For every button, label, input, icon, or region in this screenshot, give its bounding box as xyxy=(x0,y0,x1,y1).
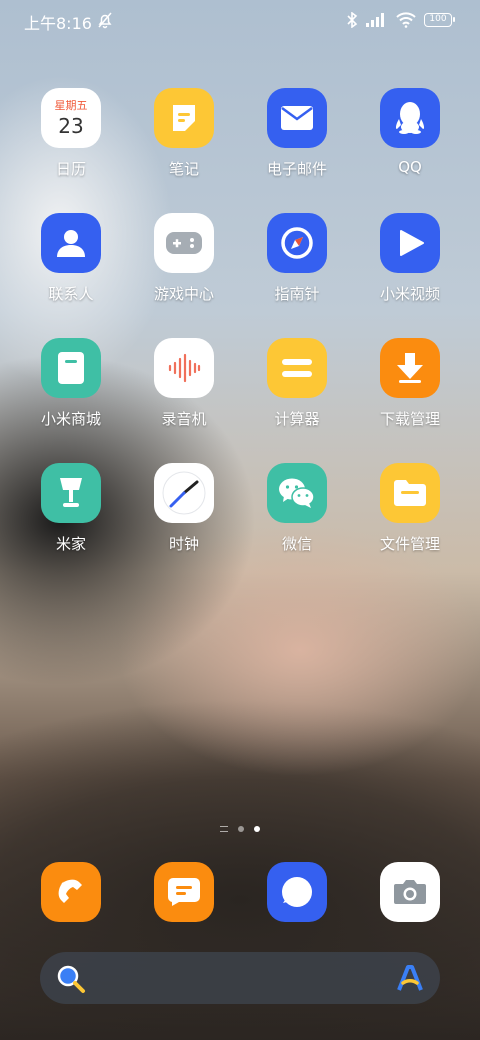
app-label: 指南针 xyxy=(274,285,320,303)
app-label: 微信 xyxy=(281,535,312,553)
page-indicator-menu xyxy=(220,826,228,832)
app-label: QQ xyxy=(398,158,422,176)
wechat-icon xyxy=(267,463,327,523)
messages-icon xyxy=(154,862,214,922)
app-clock[interactable]: 时钟 xyxy=(134,463,234,554)
ai-assistant-icon[interactable] xyxy=(396,964,424,996)
dock-messages[interactable] xyxy=(134,862,234,922)
app-mi-home[interactable]: 米家 xyxy=(21,463,121,554)
equals-icon xyxy=(267,338,327,398)
signal-icon xyxy=(366,13,388,27)
notifications-off-icon xyxy=(96,11,114,29)
page-indicator[interactable] xyxy=(0,826,480,832)
calendar-icon: 星期五 23 xyxy=(41,88,101,148)
app-email[interactable]: 电子邮件 xyxy=(247,88,347,179)
app-label: 计算器 xyxy=(274,410,320,428)
calendar-weekday: 星期五 xyxy=(54,99,88,112)
app-label: 小米商城 xyxy=(40,410,101,428)
wifi-icon xyxy=(396,12,416,28)
app-calculator[interactable]: 计算器 xyxy=(247,338,347,429)
play-icon xyxy=(380,213,440,273)
app-wechat[interactable]: 微信 xyxy=(247,463,347,554)
qq-penguin-icon xyxy=(380,88,440,148)
clock-icon xyxy=(154,463,214,523)
compass-icon xyxy=(267,213,327,273)
folder-icon xyxy=(380,463,440,523)
app-label: 笔记 xyxy=(168,160,199,178)
phone-icon xyxy=(41,862,101,922)
app-label: 电子邮件 xyxy=(266,160,327,178)
browser-icon xyxy=(267,862,327,922)
app-label: 下载管理 xyxy=(379,410,440,428)
app-mi-store[interactable]: 小米商城 xyxy=(21,338,121,429)
download-arrow-icon xyxy=(380,338,440,398)
app-recorder[interactable]: 录音机 xyxy=(134,338,234,429)
app-label: 小米视频 xyxy=(379,285,440,303)
dock-browser[interactable] xyxy=(247,862,347,922)
search-bar[interactable] xyxy=(40,952,440,1004)
bluetooth-icon xyxy=(346,12,358,28)
battery-indicator: 100 xyxy=(424,13,455,27)
dock-phone[interactable] xyxy=(21,862,121,922)
app-mi-video[interactable]: 小米视频 xyxy=(360,213,460,304)
page-dot-active xyxy=(254,826,260,832)
email-icon xyxy=(267,88,327,148)
notes-icon xyxy=(154,88,214,148)
status-bar: 上午8:16 100 xyxy=(0,0,480,40)
app-notes[interactable]: 笔记 xyxy=(134,88,234,179)
app-label: 文件管理 xyxy=(379,535,440,553)
app-compass[interactable]: 指南针 xyxy=(247,213,347,304)
app-file-manager[interactable]: 文件管理 xyxy=(360,463,460,554)
calendar-day: 23 xyxy=(58,114,84,138)
app-label: 时钟 xyxy=(168,535,199,553)
contacts-icon xyxy=(41,213,101,273)
status-time: 上午8:16 xyxy=(24,14,92,33)
app-label: 联系人 xyxy=(48,285,94,303)
app-downloads[interactable]: 下载管理 xyxy=(360,338,460,429)
gamepad-icon xyxy=(154,213,214,273)
app-game-center[interactable]: 游戏中心 xyxy=(134,213,234,304)
sound-wave-icon xyxy=(154,338,214,398)
search-icon[interactable] xyxy=(56,964,86,998)
app-label: 米家 xyxy=(55,535,86,553)
page-dot xyxy=(238,826,244,832)
app-label: 日历 xyxy=(55,160,86,178)
lamp-icon xyxy=(41,463,101,523)
app-contacts[interactable]: 联系人 xyxy=(21,213,121,304)
app-qq[interactable]: QQ xyxy=(360,88,460,176)
store-bag-icon xyxy=(41,338,101,398)
camera-icon xyxy=(380,862,440,922)
app-calendar[interactable]: 星期五 23 日历 xyxy=(21,88,121,179)
app-label: 录音机 xyxy=(161,410,207,428)
dock-camera[interactable] xyxy=(360,862,460,922)
app-label: 游戏中心 xyxy=(153,285,214,303)
